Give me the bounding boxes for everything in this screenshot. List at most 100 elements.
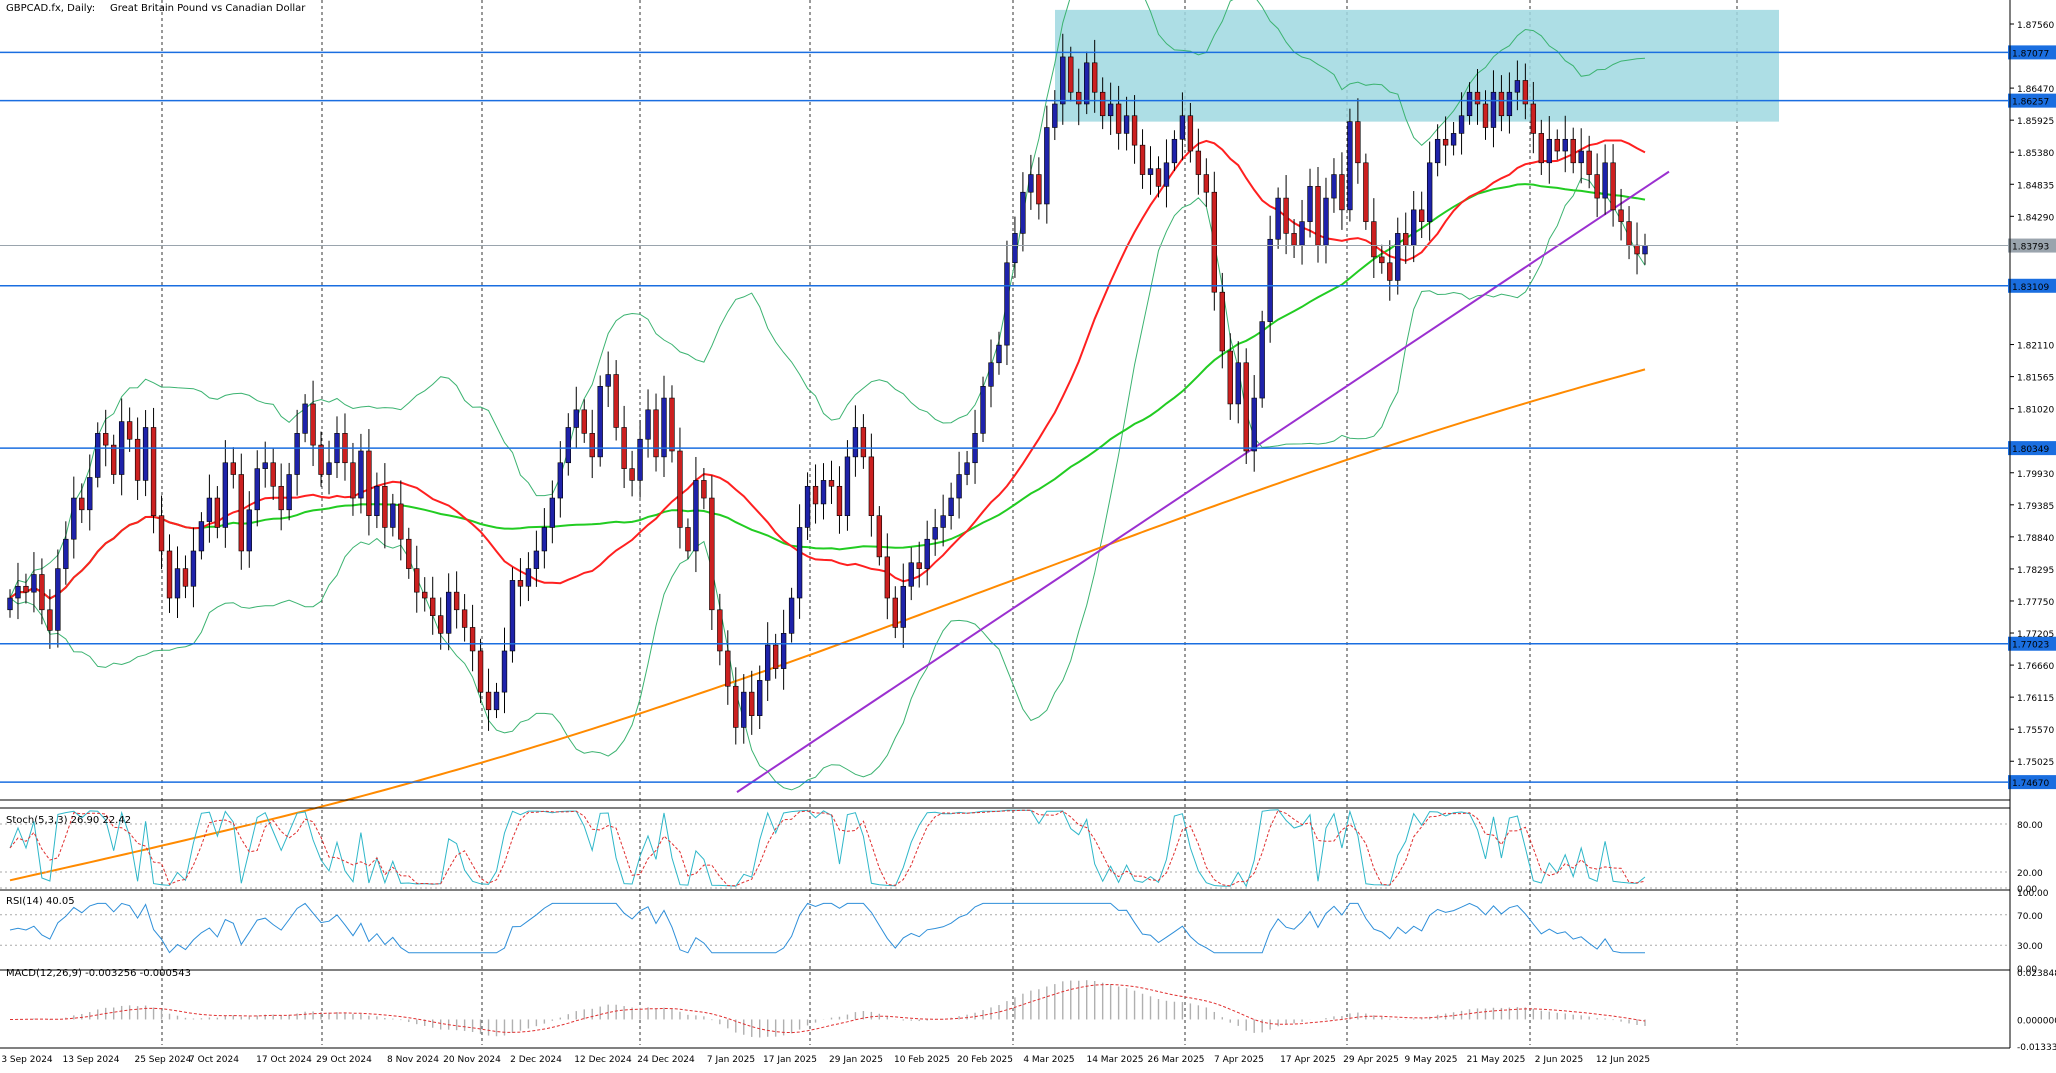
candle-53	[430, 576, 436, 635]
candle-70	[565, 413, 571, 476]
candle-3	[31, 552, 37, 613]
candle-44	[358, 433, 364, 514]
candle-127	[1020, 172, 1026, 252]
candle-61	[493, 682, 500, 719]
candle-193	[1546, 116, 1552, 184]
x-tick-label-23: 21 May 2025	[1467, 1055, 1526, 1065]
candle-121	[972, 409, 978, 484]
candle-97	[780, 609, 787, 690]
candle-170	[1363, 153, 1369, 230]
rsi-axis-label-2: 30.00	[2017, 942, 2043, 952]
x-tick-label-15: 20 Feb 2025	[957, 1055, 1013, 1065]
candle-15	[126, 407, 133, 452]
stoch-main-line	[9, 809, 1646, 888]
candle-99	[796, 504, 803, 619]
candle-30	[246, 491, 252, 568]
y-tick-label-5: 1.84290	[2017, 213, 2054, 223]
candle-118	[948, 482, 954, 530]
y-tick-label-18: 1.75025	[2017, 758, 2054, 768]
candle-176	[1411, 191, 1417, 263]
candle-92	[741, 674, 747, 744]
candle-39	[318, 431, 324, 487]
candle-195	[1562, 115, 1568, 173]
candle-8	[71, 476, 77, 559]
y-tick-label-7: 1.81565	[2017, 374, 2054, 384]
candle-25	[206, 474, 213, 543]
candle-88	[709, 475, 715, 631]
candle-95	[765, 622, 771, 701]
candle-180	[1442, 116, 1449, 166]
y-tick-label-6: 1.82110	[2017, 342, 2054, 352]
candle-113	[908, 547, 914, 601]
candle-6	[55, 549, 61, 648]
candle-164	[1315, 166, 1321, 263]
candle-19	[158, 495, 165, 570]
candle-104	[836, 466, 843, 534]
panel-frames	[0, 0, 2011, 1049]
candle-35	[286, 462, 292, 521]
candle-196	[1570, 127, 1576, 174]
candle-77	[621, 405, 627, 489]
candle-21	[174, 546, 181, 619]
x-tick-label-18: 26 Mar 2025	[1147, 1055, 1204, 1065]
candle-204	[1634, 222, 1640, 275]
y-tick-label-9: 1.79930	[2017, 470, 2054, 480]
macd-signal-line	[9, 983, 1646, 1034]
y-tick-label-15: 1.76660	[2017, 662, 2054, 672]
candle-168	[1347, 108, 1353, 222]
rsi-axis-label-1: 70.00	[2017, 912, 2043, 922]
y-tick-label-4: 1.84835	[2017, 181, 2054, 191]
candle-115	[924, 520, 930, 586]
candle-63	[509, 567, 516, 663]
y-tick-label-13: 1.77750	[2017, 598, 2054, 608]
candle-55	[445, 573, 452, 651]
candle-47	[382, 463, 388, 549]
x-tick-label-10: 24 Dec 2024	[637, 1055, 695, 1065]
candle-146	[1171, 130, 1178, 171]
candle-34	[278, 463, 284, 531]
rsi-label: RSI(14) 40.05	[6, 896, 75, 907]
candle-50	[406, 527, 412, 579]
candle-45	[366, 429, 372, 536]
x-tick-label-17: 14 Mar 2025	[1086, 1055, 1143, 1065]
y-tick-label-0: 1.87560	[2017, 21, 2054, 31]
y-tick-label-8: 1.81020	[2017, 406, 2054, 416]
x-tick-label-11: 7 Jan 2025	[707, 1055, 755, 1065]
macd-axis-label-1: 0.000000	[2017, 1016, 2056, 1026]
candle-81	[653, 393, 659, 472]
candle-20	[166, 534, 173, 613]
level-label-3: 1.80349	[2012, 445, 2049, 455]
current-price-label: 1.83793	[2012, 243, 2049, 253]
candle-109	[876, 506, 883, 566]
y-tick-label-1: 1.86470	[2017, 85, 2054, 95]
horizontal-levels: 1.87077 1.86257 1.83109 1.80349 1.77023 1.746…	[0, 45, 2056, 790]
candle-181	[1450, 121, 1457, 156]
candle-123	[988, 339, 994, 408]
candle-69	[557, 441, 563, 518]
candle-179	[1434, 124, 1441, 177]
candle-119	[956, 451, 962, 519]
stoch-signal-line	[9, 809, 1646, 887]
candle-124	[996, 331, 1002, 375]
candle-28	[230, 447, 236, 489]
candle-117	[940, 494, 946, 547]
macd-axis-label-0: 0.023848	[2017, 969, 2056, 979]
x-tick-label-0: 3 Sep 2024	[1, 1055, 53, 1065]
y-tick-label-10: 1.79385	[2017, 502, 2054, 512]
candle-205	[1642, 233, 1648, 265]
candle-23	[190, 527, 197, 608]
candle-160	[1283, 175, 1289, 255]
x-tick-label-12: 17 Jan 2025	[763, 1055, 817, 1065]
candle-98	[788, 587, 795, 643]
x-tick-label-1: 13 Sep 2024	[62, 1055, 119, 1065]
candle-26	[214, 486, 221, 539]
level-label-1: 1.86257	[2012, 98, 2049, 108]
ma-slow-line	[9, 368, 1646, 882]
x-tick-label-22: 9 May 2025	[1405, 1055, 1458, 1065]
candle-157	[1259, 310, 1265, 408]
candle-91	[733, 667, 739, 745]
candle-9	[79, 483, 85, 523]
x-tick-label-20: 17 Apr 2025	[1280, 1055, 1336, 1065]
y-tick-label-14: 1.77205	[2017, 630, 2054, 640]
candle-17	[142, 410, 149, 497]
